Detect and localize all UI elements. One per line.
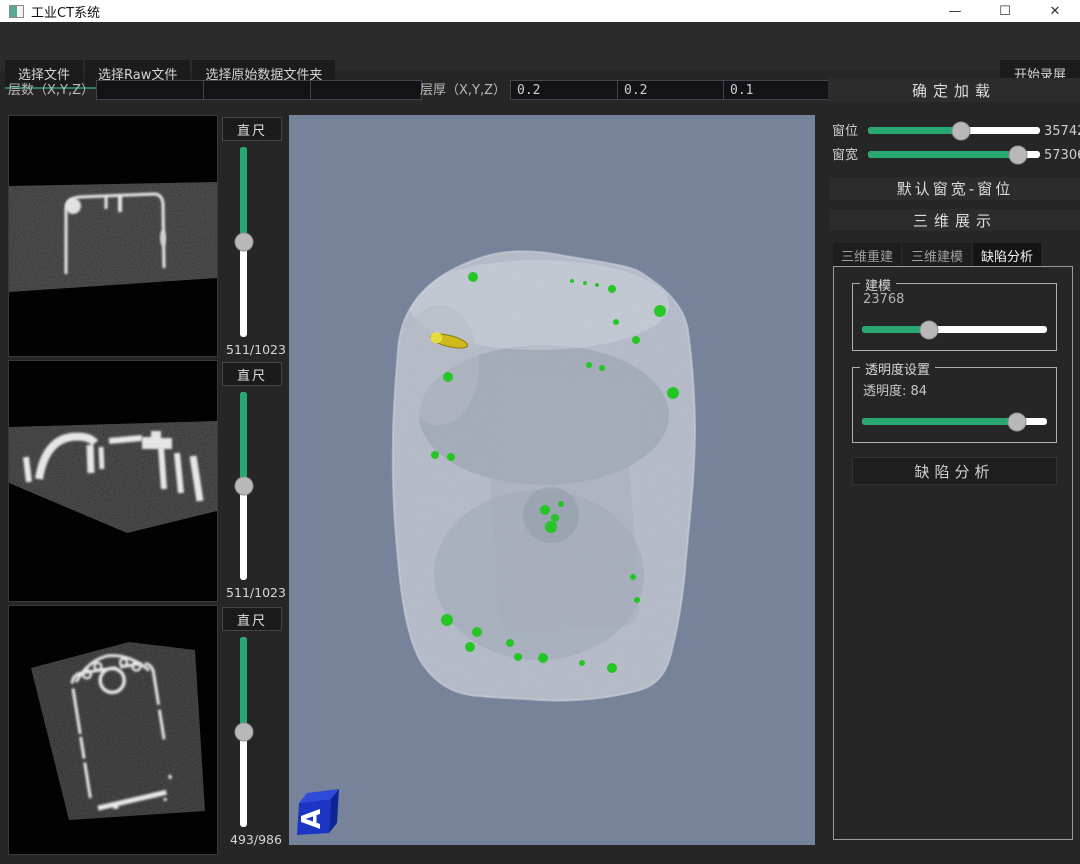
thickness-x-input[interactable] <box>510 80 622 100</box>
slider-fill <box>240 147 247 242</box>
ruler-button-middle[interactable]: 直尺 <box>222 362 282 386</box>
slice-middle-position: 511/1023 <box>222 585 290 600</box>
thickness-y-input[interactable] <box>617 80 729 100</box>
transparency-group-title: 透明度设置 <box>860 359 935 378</box>
window-width-value: 57306 <box>1044 148 1080 164</box>
slider-fill <box>868 127 961 134</box>
modeling-slider[interactable] <box>862 326 1047 333</box>
window-title: 工业CT系统 <box>31 2 100 21</box>
modeling-value: 23768 <box>863 292 904 307</box>
slider-handle[interactable] <box>1008 145 1027 164</box>
titlebar: 工业CT系统 — ☐ ✕ <box>0 0 1080 22</box>
layers-z-input[interactable] <box>310 80 422 100</box>
default-window-button[interactable]: 默认窗宽-窗位 <box>830 177 1080 200</box>
slider-fill <box>862 418 1017 425</box>
slice-bottom-slider[interactable] <box>240 637 247 827</box>
toolbar: 选择文件 选择Raw文件 选择原始数据文件夹 开始录屏 <box>0 22 1080 70</box>
maximize-button[interactable]: ☐ <box>980 0 1030 22</box>
defect-analysis-button[interactable]: 缺陷分析 <box>852 457 1057 485</box>
window-level-value: 35742 <box>1044 124 1080 140</box>
ct-slice-image-bottom <box>8 605 218 855</box>
window-level-label: 窗位 <box>832 124 858 140</box>
ruler-button-bottom[interactable]: 直尺 <box>222 607 282 631</box>
slice-middle-slider[interactable] <box>240 392 247 580</box>
slider-fill <box>240 392 247 486</box>
ct-slice-image-middle <box>8 360 218 602</box>
ct-slice-image-top <box>8 115 218 357</box>
modeling-groupbox: 建模 23768 <box>852 283 1057 351</box>
thickness-label: 层厚（X,Y,Z） <box>420 80 506 102</box>
window-width-label: 窗宽 <box>832 148 858 164</box>
layers-x-input[interactable] <box>96 80 208 100</box>
minimize-button[interactable]: — <box>930 0 980 22</box>
slider-fill <box>240 637 247 732</box>
slice-bottom-controls: 直尺 493/986 <box>222 607 290 847</box>
svg-text:A: A <box>297 809 327 829</box>
slice-bottom-position: 493/986 <box>222 832 290 847</box>
layers-y-input[interactable] <box>203 80 315 100</box>
slice-middle-controls: 直尺 511/1023 <box>222 362 290 600</box>
slider-handle[interactable] <box>1008 412 1027 431</box>
slider-handle[interactable] <box>919 320 938 339</box>
ruler-button-top[interactable]: 直尺 <box>222 117 282 141</box>
3d-display-button[interactable]: 三维展示 <box>830 209 1080 231</box>
confirm-load-button[interactable]: 确定加载 <box>828 78 1080 102</box>
slider-handle[interactable] <box>234 723 253 742</box>
transparency-slider[interactable] <box>862 418 1047 425</box>
slider-handle[interactable] <box>234 477 253 496</box>
close-button[interactable]: ✕ <box>1030 0 1080 22</box>
defect-analysis-pane: 建模 23768 透明度设置 透明度: 84 缺陷分析 <box>833 266 1073 840</box>
slice-top-slider[interactable] <box>240 147 247 337</box>
layers-label: 层数（X,Y,Z） <box>8 80 94 102</box>
transparency-groupbox: 透明度设置 透明度: 84 <box>852 367 1057 443</box>
app-window: 工业CT系统 — ☐ ✕ 选择文件 选择Raw文件 选择原始数据文件夹 开始录屏… <box>0 0 1080 864</box>
window-controls: — ☐ ✕ <box>930 0 1080 22</box>
slice-top-controls: 直尺 511/1023 <box>222 117 290 357</box>
slider-handle[interactable] <box>951 121 970 140</box>
slice-top-position: 511/1023 <box>222 342 290 357</box>
window-level-slider[interactable] <box>868 127 1040 134</box>
transparency-value-label: 透明度: 84 <box>863 380 927 399</box>
slider-handle[interactable] <box>234 233 253 252</box>
app-icon <box>9 5 24 18</box>
window-width-slider[interactable] <box>868 151 1040 158</box>
3d-viewport[interactable]: A <box>289 115 815 845</box>
thickness-z-input[interactable] <box>723 80 835 100</box>
slider-fill <box>868 151 1018 158</box>
